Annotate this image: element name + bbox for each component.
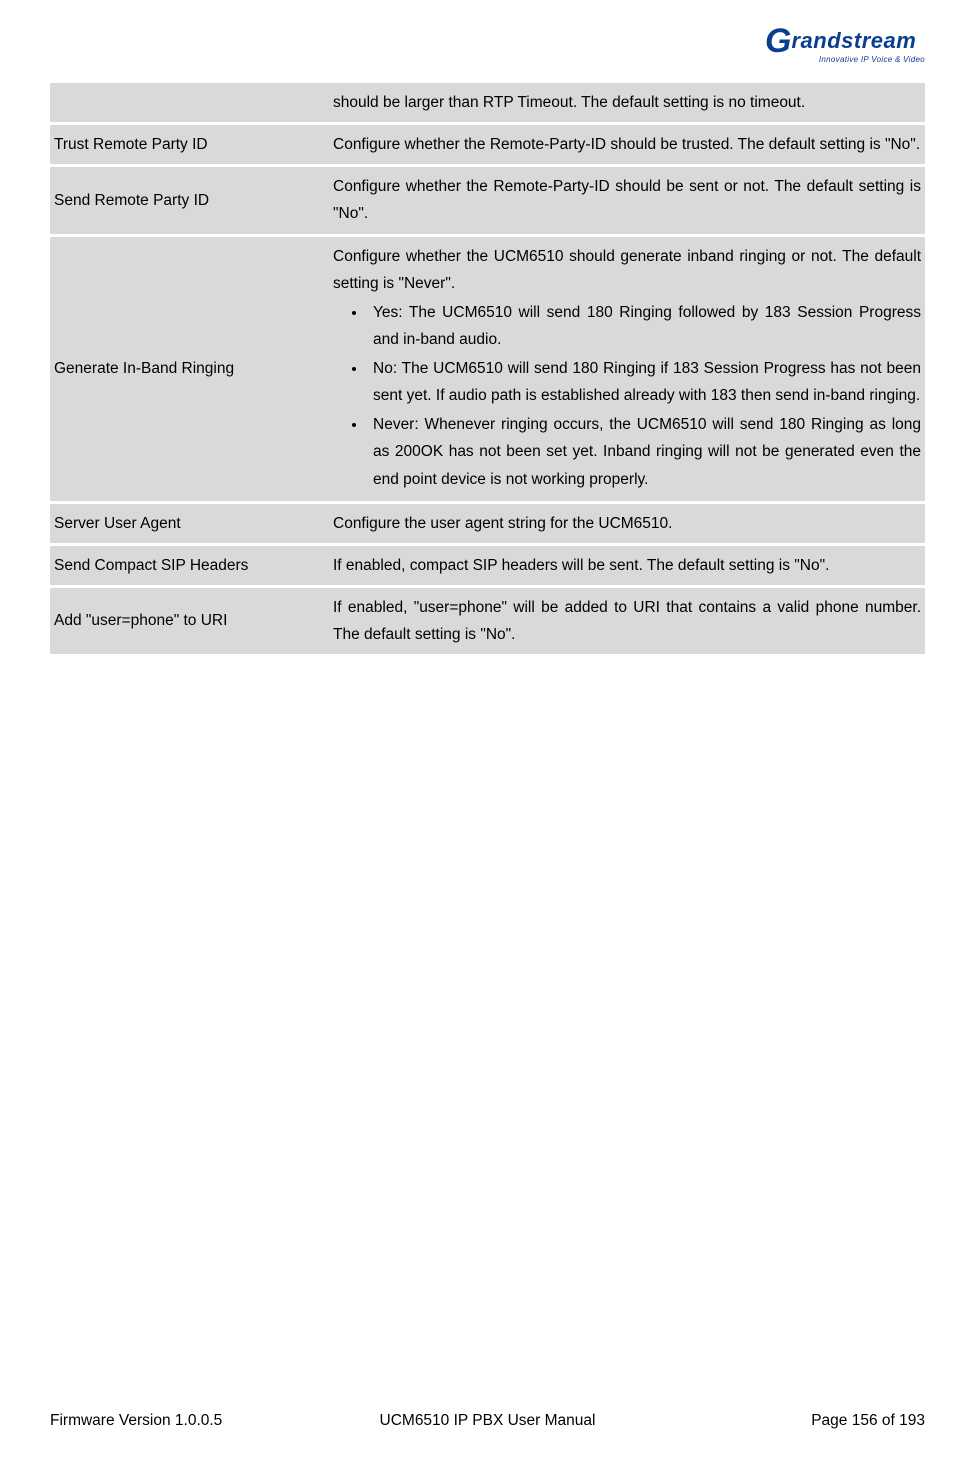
list-item: No: The UCM6510 will send 180 Ringing if… bbox=[367, 355, 921, 409]
row-label: Server User Agent bbox=[50, 504, 325, 543]
table-row: Send Remote Party ID Configure whether t… bbox=[50, 167, 925, 233]
page: Grandstream Innovative IP Voice & Video … bbox=[0, 0, 975, 1470]
row-desc: Configure whether the Remote-Party-ID sh… bbox=[325, 167, 925, 233]
content-area: should be larger than RTP Timeout. The d… bbox=[50, 80, 925, 657]
row-label: Send Compact SIP Headers bbox=[50, 546, 325, 585]
row-desc: Configure the user agent string for the … bbox=[325, 504, 925, 543]
row-label bbox=[50, 83, 325, 122]
table-row: Generate In-Band Ringing Configure wheth… bbox=[50, 237, 925, 501]
page-footer: UCM6510 IP PBX User Manual Firmware Vers… bbox=[50, 1412, 925, 1430]
footer-right: Page 156 of 193 bbox=[811, 1412, 925, 1430]
row-desc: If enabled, compact SIP headers will be … bbox=[325, 546, 925, 585]
table-row: Send Compact SIP Headers If enabled, com… bbox=[50, 546, 925, 585]
table-row: Trust Remote Party ID Configure whether … bbox=[50, 125, 925, 164]
row-desc: If enabled, "user=phone" will be added t… bbox=[325, 588, 925, 654]
list-item: Yes: The UCM6510 will send 180 Ringing f… bbox=[367, 299, 921, 353]
row-desc: should be larger than RTP Timeout. The d… bbox=[325, 83, 925, 122]
row-label: Trust Remote Party ID bbox=[50, 125, 325, 164]
table-row: Add "user=phone" to URI If enabled, "use… bbox=[50, 588, 925, 654]
brand-logo: Grandstream Innovative IP Voice & Video bbox=[765, 18, 925, 66]
list-item: Never: Whenever ringing occurs, the UCM6… bbox=[367, 411, 921, 492]
logo-letter: G bbox=[765, 22, 791, 61]
row-desc-intro: Configure whether the UCM6510 should gen… bbox=[333, 243, 921, 297]
row-label: Generate In-Band Ringing bbox=[50, 237, 325, 501]
table-row: should be larger than RTP Timeout. The d… bbox=[50, 83, 925, 122]
row-desc: Configure whether the Remote-Party-ID sh… bbox=[325, 125, 925, 164]
row-label: Send Remote Party ID bbox=[50, 167, 325, 233]
row-label: Add "user=phone" to URI bbox=[50, 588, 325, 654]
footer-left: Firmware Version 1.0.0.5 bbox=[50, 1412, 222, 1430]
settings-table: should be larger than RTP Timeout. The d… bbox=[50, 80, 925, 657]
logo-text: randstream bbox=[791, 28, 916, 53]
row-desc-list: Yes: The UCM6510 will send 180 Ringing f… bbox=[333, 299, 921, 493]
table-row: Server User Agent Configure the user age… bbox=[50, 504, 925, 543]
row-desc: Configure whether the UCM6510 should gen… bbox=[325, 237, 925, 501]
